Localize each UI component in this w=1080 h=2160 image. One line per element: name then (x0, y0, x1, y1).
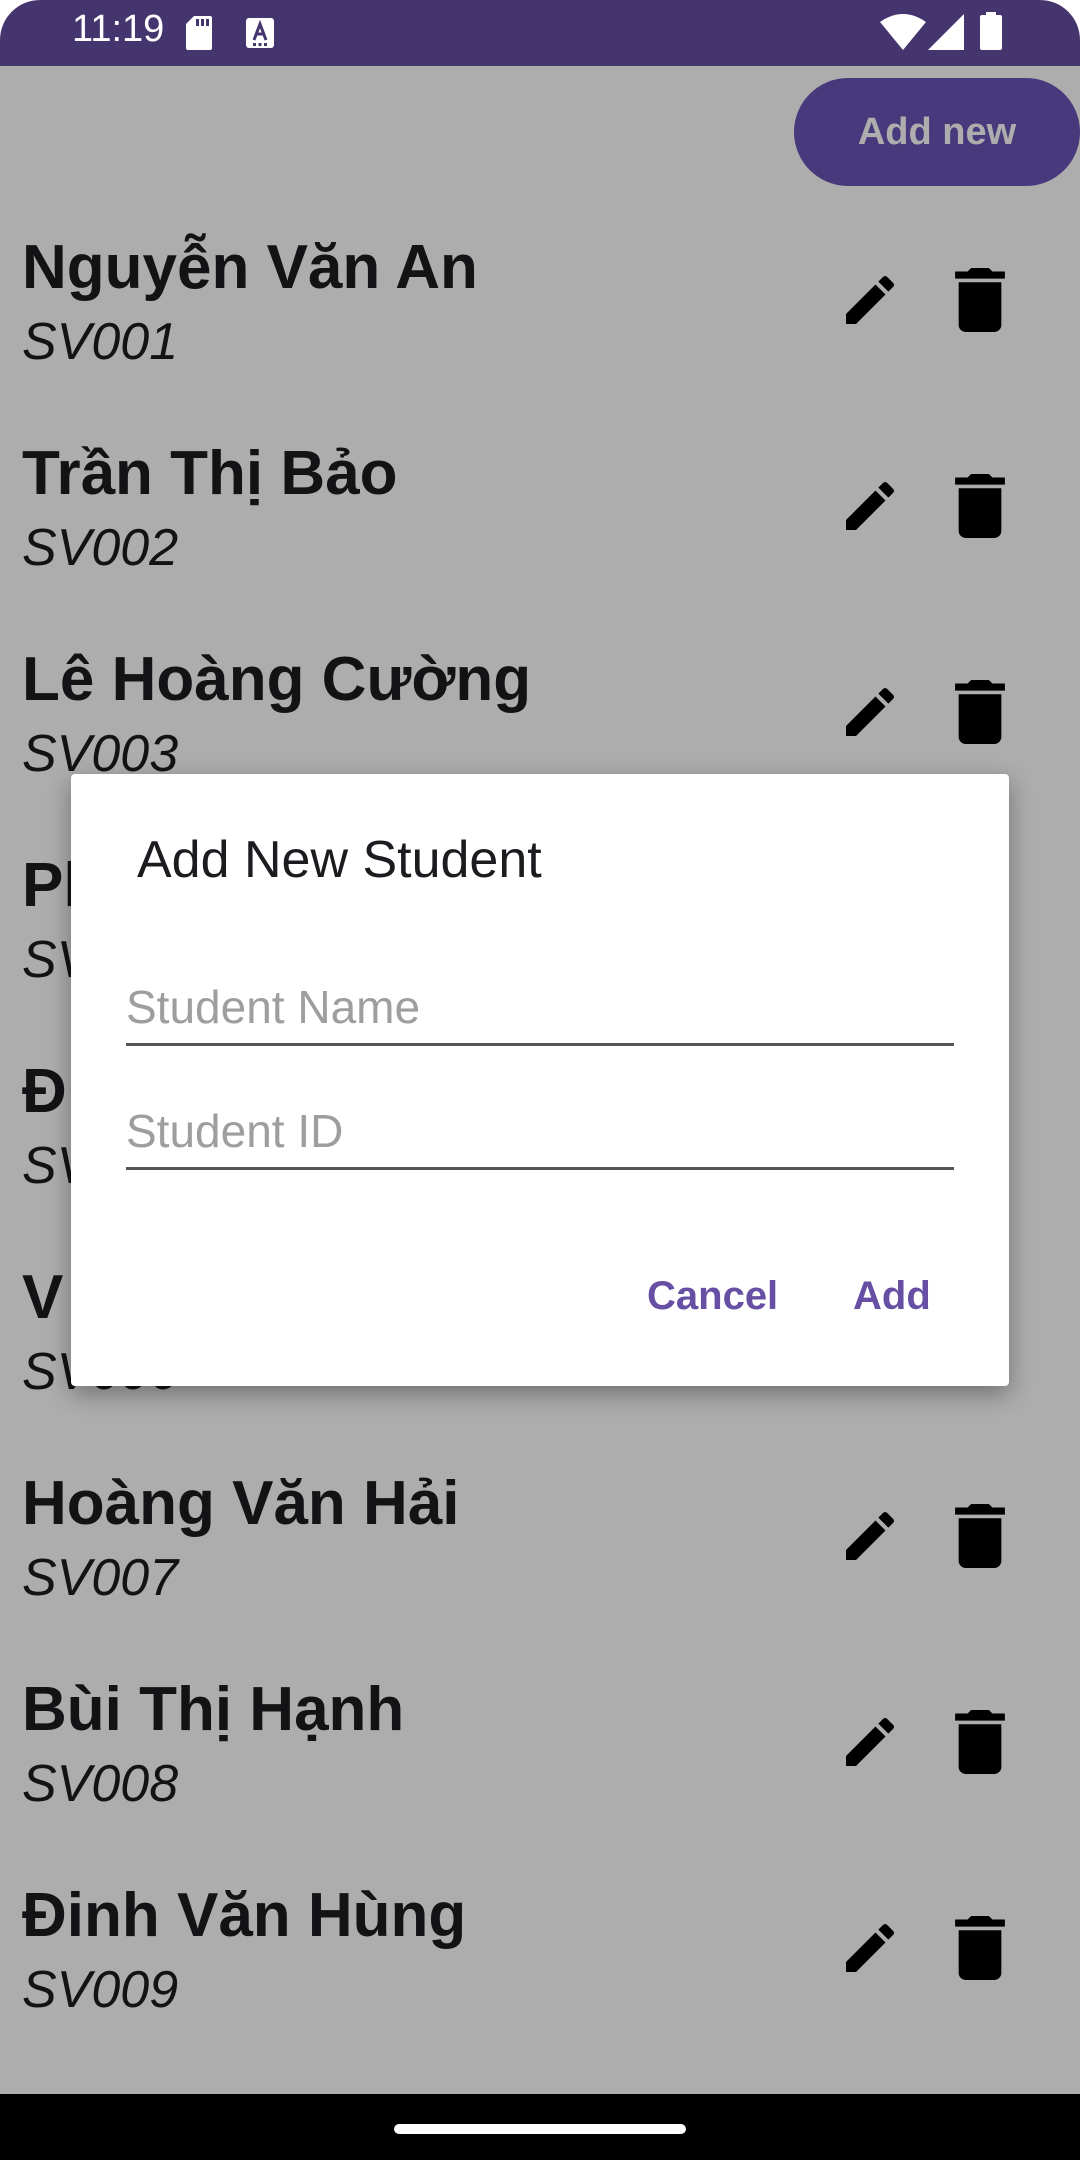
cancel-button[interactable]: Cancel (647, 1274, 778, 1319)
student-name-field (126, 970, 954, 1050)
dialog-title: Add New Student (137, 831, 542, 889)
student-id-field (126, 1094, 954, 1174)
add-button[interactable]: Add (853, 1274, 931, 1319)
battery-icon (980, 12, 1002, 50)
student-name-input[interactable] (126, 970, 954, 1046)
wifi-icon (880, 14, 926, 50)
status-time: 11:19 (72, 8, 165, 50)
add-student-dialog: Add New Student Cancel Add (71, 774, 1009, 1386)
student-id-input[interactable] (126, 1094, 954, 1170)
signal-icon (928, 14, 964, 50)
text-a-icon (246, 18, 274, 48)
screen: 11:19 Nguyễn Văn An SV001 Trần Thị Bảo S… (0, 0, 1080, 2160)
sd-card-icon (186, 16, 212, 50)
status-bar: 11:19 (0, 0, 1080, 66)
home-indicator[interactable] (394, 2124, 686, 2134)
